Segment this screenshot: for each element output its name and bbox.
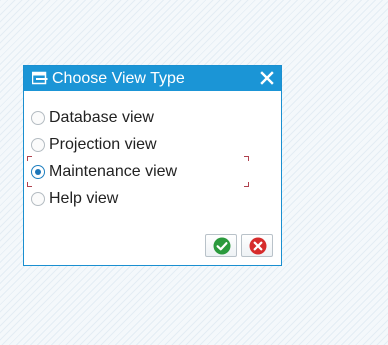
option-maintenance-view[interactable]: Maintenance view [30,162,250,182]
option-label: Help view [49,190,119,207]
dialog-window-icon [32,71,48,85]
dialog-title: Choose View Type [52,70,185,87]
option-label: Maintenance view [49,163,178,180]
radio-button[interactable] [31,111,45,125]
radio-button[interactable] [31,192,45,206]
cancel-button[interactable] [241,234,273,257]
confirm-button[interactable] [205,234,237,257]
dialog-titlebar: Choose View Type [24,66,281,91]
option-label: Database view [49,109,154,126]
close-icon[interactable] [260,71,274,85]
choose-view-type-dialog: Choose View Type Database view Projectio… [23,65,282,266]
option-label: Projection view [49,136,157,153]
option-projection-view[interactable]: Projection view [30,135,250,155]
radio-button-selected[interactable] [31,165,45,179]
radio-button[interactable] [31,138,45,152]
checkmark-icon [213,237,231,255]
option-database-view[interactable]: Database view [30,108,250,128]
option-help-view[interactable]: Help view [30,189,250,209]
cancel-x-icon [249,237,267,255]
